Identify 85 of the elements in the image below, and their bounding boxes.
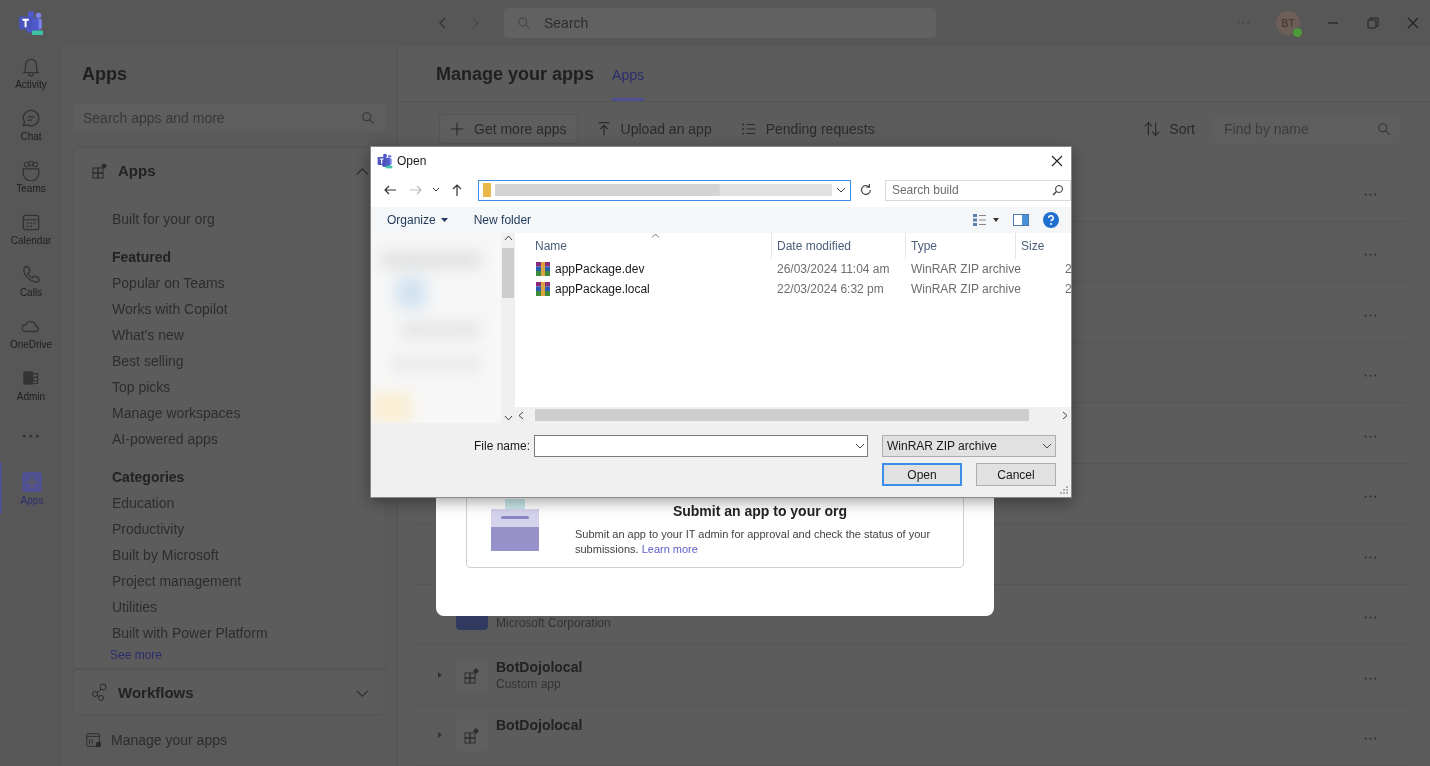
close-icon[interactable] [1406,16,1420,30]
app-bar-item[interactable]: Activity [0,46,62,98]
back-icon[interactable] [382,184,397,196]
sort-icon [1143,120,1162,139]
folder-icon [483,183,492,197]
scrollbar-thumb[interactable] [535,409,1029,421]
chevron-icon [855,443,865,449]
app-name: BotDojolocal [496,658,583,677]
field-label: File name: [473,439,530,453]
date-cell-text: 22/03/2024 6:32 pm [777,282,885,296]
section-header[interactable]: Apps [74,148,385,192]
app-name: BotDojolocal [496,717,583,736]
scroll-up-icon[interactable] [503,235,513,241]
manage-apps-icon [85,731,103,749]
search-icon [1052,184,1064,196]
dialog-title: Open [397,154,427,168]
search-field[interactable]: Search build [884,179,1071,201]
forward-icon[interactable] [408,184,423,196]
file-row[interactable]: appPackage.dev [535,261,777,277]
type-cell: WinRAR ZIP archive [911,262,1021,276]
search-icon [1376,121,1392,138]
up-arrow-icon[interactable] [451,183,464,197]
plus-icon [21,470,43,493]
scroll-right-icon[interactable] [1062,410,1068,420]
file-row[interactable]: appPackage.local [535,281,777,297]
grid-icon [462,725,482,746]
open-button[interactable]: Open [882,463,962,486]
column-header[interactable]: Name [530,233,772,259]
file-name: appPackage.local [555,282,650,296]
page-title: Manage your apps [436,63,595,86]
preview-pane-icon[interactable] [1013,214,1029,226]
section-heading: Featured [112,248,173,267]
column-header[interactable]: Date modified [772,233,906,259]
sidebar-title: Apps [81,63,128,86]
caret-icon [440,218,448,222]
file-type-select[interactable]: WinRAR ZIP archive [882,435,1056,457]
app-bar-item[interactable]: Admin [0,358,62,410]
scrollbar-thumb[interactable] [502,248,514,298]
organize-menu[interactable]: Organize [387,213,448,227]
card-description: Submit an app to your IT admin for approval and check the status of your submissions. Learn more [575,527,932,557]
presence-dot [1292,27,1303,38]
chevron-icon [1042,443,1052,449]
file-name-field[interactable] [534,435,868,457]
column-header[interactable]: Type [906,233,1016,259]
section-header[interactable]: Workflows [74,670,385,714]
search-icon [516,15,532,31]
column-header[interactable]: Size [1016,233,1071,259]
archive-file-icon [535,281,551,297]
refresh-icon[interactable] [859,183,873,197]
close-button[interactable] [1051,155,1063,167]
new-folder-button[interactable]: New folder [473,213,532,227]
cancel-button[interactable]: Cancel [976,463,1056,486]
archive-file-icon [535,261,551,277]
scrollbar[interactable] [515,407,1071,423]
chevron-icon [836,187,847,193]
view-options-icon[interactable] [973,214,999,226]
expand-caret-icon[interactable] [436,731,444,740]
chevron-icon [356,168,369,176]
sort-caret-icon [650,233,660,238]
scroll-down-icon[interactable] [503,415,513,421]
app-bar-item[interactable]: Calendar [0,202,62,254]
chevron-icon [356,690,369,698]
search-icon [360,110,376,126]
restore-icon[interactable] [1366,16,1380,30]
address-bar[interactable] [478,179,852,201]
scroll-left-icon[interactable] [518,410,524,420]
learn-more-link[interactable]: Learn more [641,543,698,555]
workflow-icon [90,682,110,702]
people-icon [20,158,42,181]
resize-grip-icon[interactable] [1059,485,1069,495]
more-icon [22,433,40,439]
apps-icon [90,160,110,180]
card-title: Submit an app to your org [671,503,849,519]
file-name: appPackage.dev [555,262,645,276]
scrollbar[interactable] [501,233,515,423]
expand-caret-icon[interactable] [436,670,444,679]
help-icon[interactable] [1043,212,1059,228]
section-heading: Categories [112,468,186,487]
date-cell-text: 26/03/2024 11:04 am [777,262,891,276]
size-cell: 2 [1065,282,1071,296]
type-cell: WinRAR ZIP archive [911,282,1021,296]
size-cell: 2 [1065,262,1071,276]
teams-logo-icon [18,10,44,36]
teams-logo-icon [377,153,393,169]
chevron-icon[interactable] [432,187,441,193]
